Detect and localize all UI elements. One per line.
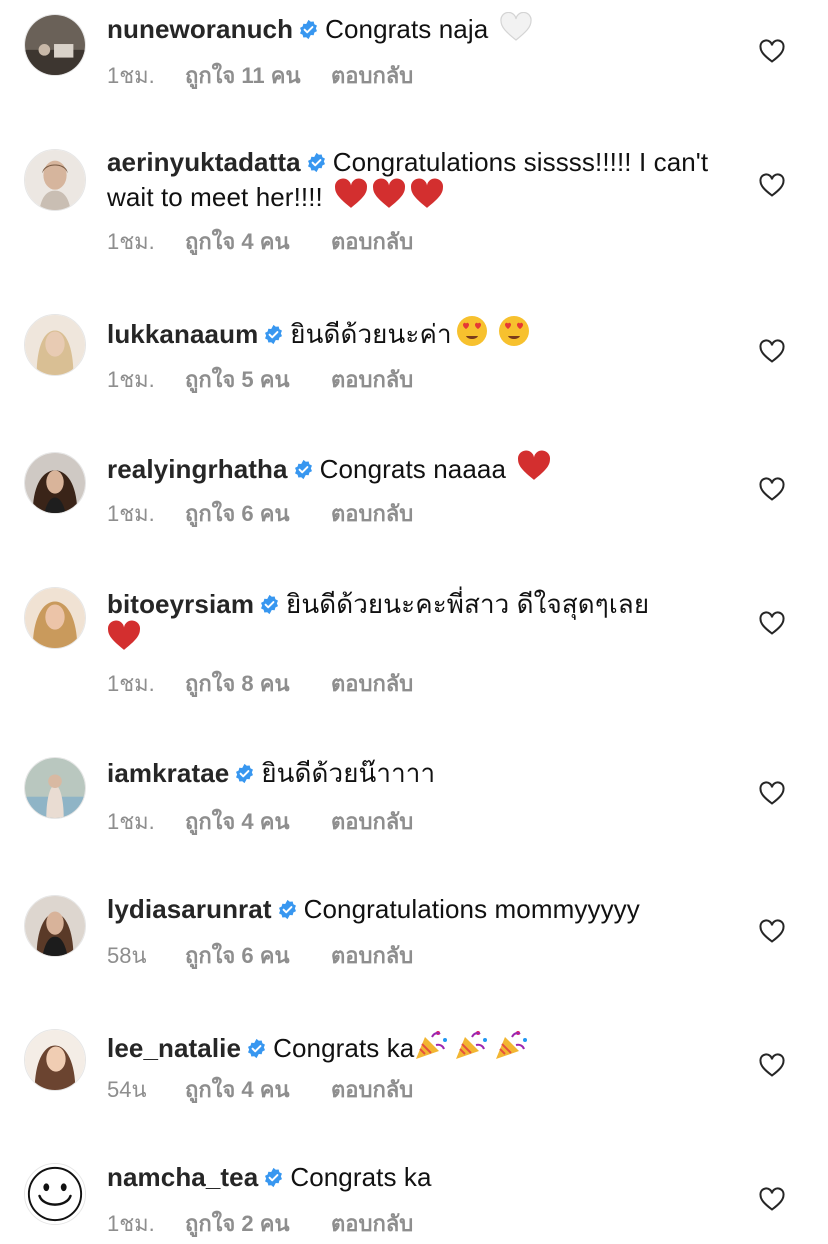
comment-username[interactable]: realyingrhatha — [107, 454, 288, 484]
verified-badge-icon — [263, 1167, 284, 1188]
verified-badge-icon — [234, 763, 255, 784]
heart-eyes-emoji — [498, 315, 530, 347]
heart-eyes-emoji — [456, 315, 488, 347]
comment-likes[interactable]: ถูกใจ 5 คน — [185, 367, 331, 393]
like-heart-icon[interactable] — [758, 475, 786, 503]
like-heart-icon[interactable] — [758, 1051, 786, 1079]
avatar[interactable] — [24, 895, 86, 957]
comment-meta: 54น ถูกใจ 4 คน ตอบกลับ — [107, 1077, 413, 1103]
comment-likes[interactable]: ถูกใจ 4 คน — [185, 1077, 331, 1103]
comment-text: Congrats naaaa — [319, 454, 506, 484]
red-heart-emoji — [410, 178, 444, 210]
comment-username[interactable]: namcha_tea — [107, 1162, 258, 1192]
comment-time: 1ชม. — [107, 809, 155, 834]
comment-time: 58น — [107, 943, 147, 968]
comment-username[interactable]: iamkratae — [107, 758, 229, 788]
reply-button[interactable]: ตอบกลับ — [331, 1077, 413, 1103]
avatar[interactable] — [24, 149, 86, 211]
avatar[interactable] — [24, 587, 86, 649]
avatar[interactable] — [24, 1029, 86, 1091]
reply-button[interactable]: ตอบกลับ — [331, 943, 413, 969]
like-heart-icon[interactable] — [758, 1185, 786, 1213]
verified-badge-icon — [293, 459, 314, 480]
comment-time: 1ชม. — [107, 367, 155, 392]
comment-meta: 1ชม. ถูกใจ 4 คน ตอบกลับ — [107, 809, 413, 835]
comment-likes[interactable]: ถูกใจ 6 คน — [185, 943, 331, 969]
comment-time: 1ชม. — [107, 671, 155, 696]
reply-button[interactable]: ตอบกลับ — [331, 501, 413, 527]
verified-badge-icon — [277, 899, 298, 920]
comment-meta: 1ชม. ถูกใจ 2 คน ตอบกลับ — [107, 1211, 413, 1237]
comment-meta: 58น ถูกใจ 6 คน ตอบกลับ — [107, 943, 413, 969]
comment-meta: 1ชม. ถูกใจ 8 คน ตอบกลับ — [107, 671, 413, 697]
reply-button[interactable]: ตอบกลับ — [331, 809, 413, 835]
red-heart-emoji — [107, 620, 141, 652]
avatar[interactable] — [24, 14, 86, 76]
avatar[interactable] — [24, 452, 86, 514]
comment-likes[interactable]: ถูกใจ 2 คน — [185, 1211, 331, 1237]
comment-text: Congrats ka — [290, 1162, 432, 1192]
red-heart-emoji — [372, 178, 406, 210]
party-popper-emoji — [454, 1027, 490, 1061]
like-heart-icon[interactable] — [758, 337, 786, 365]
comment-username[interactable]: nuneworanuch — [107, 14, 293, 44]
comment-meta: 1ชม. ถูกใจ 6 คน ตอบกลับ — [107, 501, 413, 527]
comment-likes[interactable]: ถูกใจ 4 คน — [185, 229, 331, 255]
white-heart-emoji — [500, 12, 532, 42]
avatar[interactable] — [24, 314, 86, 376]
like-heart-icon[interactable] — [758, 917, 786, 945]
verified-badge-icon — [246, 1038, 267, 1059]
reply-button[interactable]: ตอบกลับ — [331, 1211, 413, 1237]
verified-badge-icon — [306, 152, 327, 173]
comment-text: ยินดีด้วยน๊าาาา — [261, 758, 436, 788]
comment-likes[interactable]: ถูกใจ 8 คน — [185, 671, 331, 697]
verified-badge-icon — [259, 594, 280, 615]
red-heart-emoji — [517, 450, 551, 482]
comment-text: Congratulations mommyyyyy — [303, 894, 640, 924]
avatar[interactable] — [24, 757, 86, 819]
comment-username[interactable]: bitoeyrsiam — [107, 589, 254, 619]
comment-text: ยินดีด้วยนะค่า — [290, 319, 452, 349]
comment-likes[interactable]: ถูกใจ 6 คน — [185, 501, 331, 527]
like-heart-icon[interactable] — [758, 609, 786, 637]
comment-username[interactable]: lee_natalie — [107, 1033, 241, 1063]
comment-time: 1ชม. — [107, 63, 155, 88]
reply-button[interactable]: ตอบกลับ — [331, 367, 413, 393]
comment-meta: 1ชม. ถูกใจ 4 คน ตอบกลับ — [107, 229, 413, 255]
verified-badge-icon — [298, 19, 319, 40]
like-heart-icon[interactable] — [758, 37, 786, 65]
comment-feed: nuneworanuch Congrats naja 1ชม. ถูกใจ 11 ค… — [0, 0, 828, 1244]
reply-button[interactable]: ตอบกลับ — [331, 671, 413, 697]
comment-username[interactable]: lydiasarunrat — [107, 894, 272, 924]
comment-likes[interactable]: ถูกใจ 11 คน — [185, 63, 331, 89]
comment-time: 54น — [107, 1077, 147, 1102]
like-heart-icon[interactable] — [758, 171, 786, 199]
comment-username[interactable]: aerinyuktadatta — [107, 147, 301, 177]
comment-meta: 1ชม. ถูกใจ 11 คน ตอบกลับ — [107, 63, 413, 89]
comment-text: ยินดีด้วยนะคะพี่สาว ดีใจสุดๆเลย — [286, 589, 650, 619]
like-heart-icon[interactable] — [758, 779, 786, 807]
comment-text: Congrats naja — [325, 14, 489, 44]
comment-username[interactable]: lukkanaaum — [107, 319, 258, 349]
comment-meta: 1ชม. ถูกใจ 5 คน ตอบกลับ — [107, 367, 413, 393]
reply-button[interactable]: ตอบกลับ — [331, 229, 413, 255]
reply-button[interactable]: ตอบกลับ — [331, 63, 413, 89]
comment-text: Congrats ka — [273, 1033, 415, 1063]
comment-time: 1ชม. — [107, 229, 155, 254]
party-popper-emoji — [414, 1027, 450, 1061]
party-popper-emoji — [494, 1027, 530, 1061]
verified-badge-icon — [263, 324, 284, 345]
red-heart-emoji — [334, 178, 368, 210]
comment-time: 1ชม. — [107, 501, 155, 526]
avatar[interactable] — [24, 1163, 86, 1225]
comment-likes[interactable]: ถูกใจ 4 คน — [185, 809, 331, 835]
comment-time: 1ชม. — [107, 1211, 155, 1236]
